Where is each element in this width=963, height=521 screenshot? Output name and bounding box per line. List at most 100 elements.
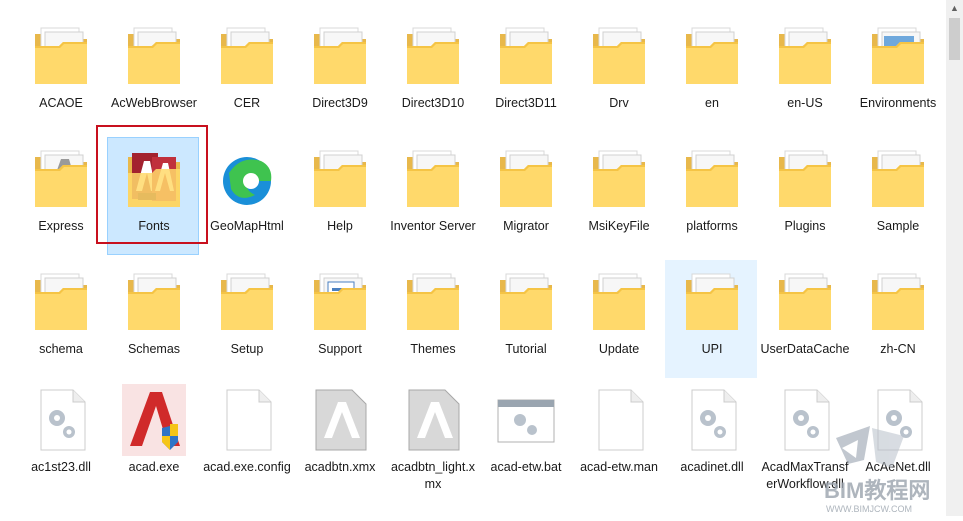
file-grid: ACAOE AcWebBrowser CER Direct3D9 Direct3D10 D… <box>0 0 946 516</box>
folder-gear-icon <box>122 20 186 92</box>
vertical-scrollbar[interactable]: ▲ <box>946 0 963 516</box>
folder-picture-icon <box>866 20 930 92</box>
file-item[interactable]: acad-etw.bat <box>479 378 571 496</box>
file-item[interactable]: acad.exe <box>107 378 199 496</box>
file-item[interactable]: UPI <box>665 260 757 378</box>
file-item-label: acad-etw.man <box>580 460 658 474</box>
file-item[interactable]: ac1st23.dll <box>14 378 106 496</box>
file-item[interactable]: Inventor Server <box>386 137 478 255</box>
dll-file-icon <box>680 384 744 456</box>
fonts-folder-icon <box>122 143 186 215</box>
file-item[interactable]: ACAOE <box>14 14 106 132</box>
file-item-label: acadbtn.xmx <box>304 460 376 474</box>
file-item[interactable]: acad.exe.config <box>200 378 292 496</box>
file-item-label: GeoMapHtml <box>210 219 284 233</box>
file-item-label: Sample <box>876 219 920 233</box>
file-item[interactable]: Migrator <box>479 137 571 255</box>
file-item-label: schema <box>39 342 83 356</box>
file-item[interactable]: Themes <box>386 260 478 378</box>
file-item[interactable]: Plugins <box>758 137 850 255</box>
file-item[interactable]: Drv <box>572 14 664 132</box>
file-item[interactable]: en-US <box>758 14 850 132</box>
file-item[interactable]: Help <box>293 137 385 255</box>
folder-icon <box>866 143 930 215</box>
folder-gear-icon <box>587 143 651 215</box>
file-item[interactable]: Direct3D9 <box>293 14 385 132</box>
folder-icon <box>494 20 558 92</box>
file-item[interactable]: platforms <box>665 137 757 255</box>
file-item-label: Inventor Server <box>390 219 476 233</box>
folder-gear-icon <box>215 266 279 338</box>
file-item-label: Fonts <box>138 219 170 233</box>
file-item-label: acadbtn_light.xmx <box>390 460 476 491</box>
file-item[interactable]: AcWebBrowser <box>107 14 199 132</box>
file-item[interactable]: AcAeNet.dll <box>851 378 943 496</box>
file-item[interactable]: Support <box>293 260 385 378</box>
file-item[interactable]: acadinet.dll <box>665 378 757 496</box>
file-item-label: Direct3D9 <box>312 96 368 110</box>
folder-icon <box>29 20 93 92</box>
file-item[interactable]: en <box>665 14 757 132</box>
file-item-label: AcadMaxTransferWorkflow.dll <box>761 460 849 491</box>
file-item-label: Help <box>327 219 353 233</box>
scroll-up-icon[interactable]: ▲ <box>946 0 963 17</box>
file-item-label: acad-etw.bat <box>490 460 562 474</box>
folder-autocad-icon <box>29 143 93 215</box>
file-item-label: AcAeNet.dll <box>865 460 931 474</box>
xmx-file-icon <box>308 384 372 456</box>
scroll-thumb[interactable] <box>949 18 960 60</box>
file-item-label: Plugins <box>784 219 826 233</box>
blank-file-icon <box>587 384 651 456</box>
file-item-label: acad.exe <box>128 460 180 474</box>
file-item[interactable]: Direct3D10 <box>386 14 478 132</box>
file-item-label: Schemas <box>127 342 181 356</box>
file-item-label: Themes <box>410 342 456 356</box>
file-item[interactable]: acadbtn.xmx <box>293 378 385 496</box>
file-item[interactable]: Express <box>14 137 106 255</box>
file-item[interactable]: CER <box>200 14 292 132</box>
folder-icon <box>587 20 651 92</box>
folder-gear-icon <box>587 266 651 338</box>
autocad-icon <box>122 384 186 456</box>
file-item[interactable]: UserDataCache <box>758 260 850 378</box>
file-item[interactable]: Sample <box>851 137 943 255</box>
folder-icon <box>494 143 558 215</box>
file-item[interactable]: AcadMaxTransferWorkflow.dll <box>758 378 850 496</box>
file-item[interactable]: Schemas <box>107 260 199 378</box>
file-item[interactable]: acad-etw.man <box>572 378 664 496</box>
file-item-label: Drv <box>609 96 629 110</box>
folder-icon <box>308 20 372 92</box>
file-item-label: Environments <box>859 96 937 110</box>
folder-icon <box>680 20 744 92</box>
file-item[interactable]: Environments <box>851 14 943 132</box>
file-item-label: acad.exe.config <box>203 460 291 474</box>
folder-icon <box>494 266 558 338</box>
folder-gear-icon <box>680 143 744 215</box>
file-item-label: ACAOE <box>39 96 83 110</box>
file-item[interactable]: Tutorial <box>479 260 571 378</box>
file-item[interactable]: acadbtn_light.xmx <box>386 378 478 496</box>
file-item[interactable]: MsiKeyFile <box>572 137 664 255</box>
file-item-label: Setup <box>230 342 264 356</box>
folder-icon <box>308 143 372 215</box>
file-item-label: acadinet.dll <box>680 460 744 474</box>
file-item-label: Migrator <box>503 219 549 233</box>
file-item[interactable]: Update <box>572 260 664 378</box>
file-item-label: Support <box>318 342 362 356</box>
folder-icon <box>866 266 930 338</box>
file-item[interactable]: GeoMapHtml <box>200 137 292 255</box>
file-item-label: platforms <box>686 219 738 233</box>
file-item[interactable]: Setup <box>200 260 292 378</box>
folder-icon <box>122 266 186 338</box>
blank-file-icon <box>215 384 279 456</box>
file-item[interactable]: Fonts <box>107 137 199 255</box>
file-item-label: en-US <box>787 96 823 110</box>
file-item[interactable]: zh-CN <box>851 260 943 378</box>
file-item-label: en <box>705 96 719 110</box>
folder-icon <box>680 266 744 338</box>
file-item[interactable]: schema <box>14 260 106 378</box>
file-item-label: CER <box>233 96 261 110</box>
edge-browser-icon <box>215 143 279 215</box>
folder-icon <box>401 143 465 215</box>
file-item[interactable]: Direct3D11 <box>479 14 571 132</box>
